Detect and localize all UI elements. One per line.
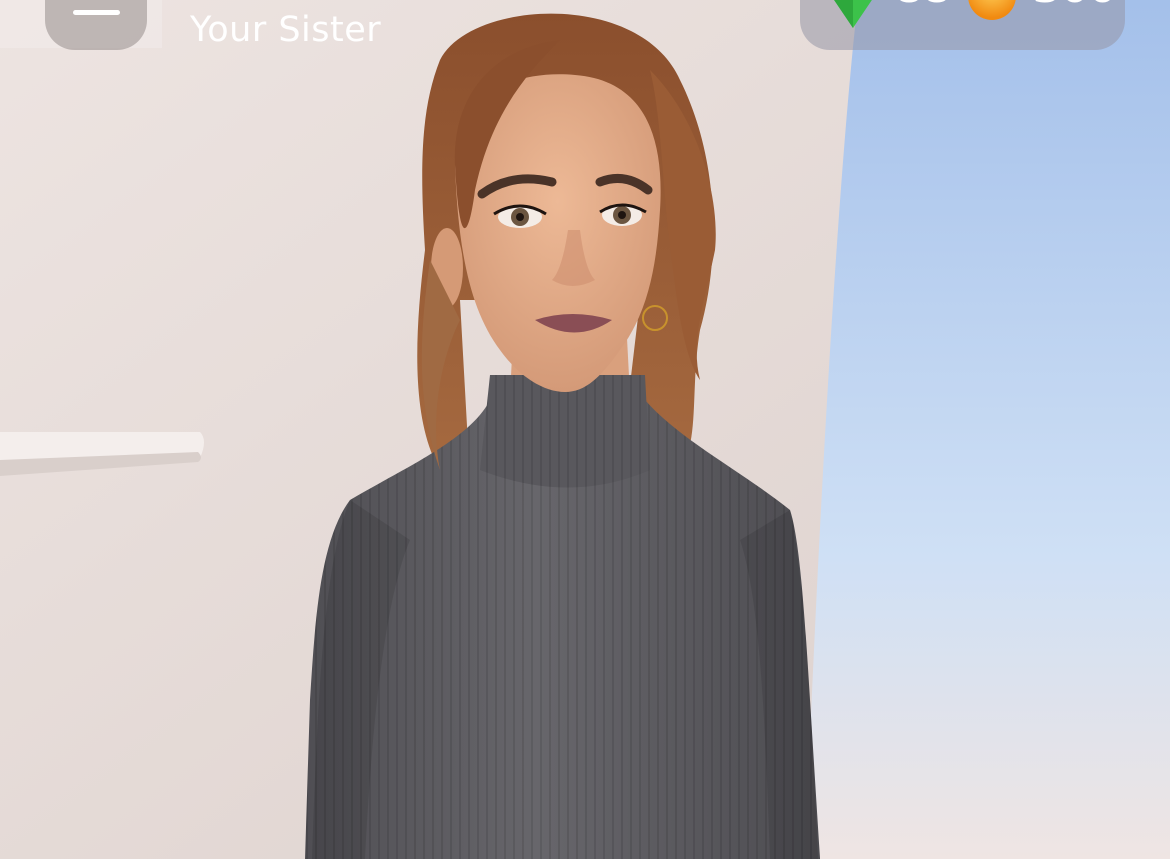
companion-name: Your Sister (190, 10, 382, 50)
currency-balance[interactable]: 88 300 (800, 0, 1125, 50)
avatar-3d-view (0, 0, 1170, 859)
gold-coin-icon (968, 0, 1016, 20)
green-gem-icon (834, 0, 872, 28)
gem-count: 88 (895, 0, 951, 12)
menu-button[interactable] (45, 0, 147, 50)
avatar-scene: Your Sister 88 300 (0, 0, 1170, 859)
hamburger-menu-icon-bar (73, 10, 120, 15)
coin-count: 300 (1033, 0, 1117, 12)
